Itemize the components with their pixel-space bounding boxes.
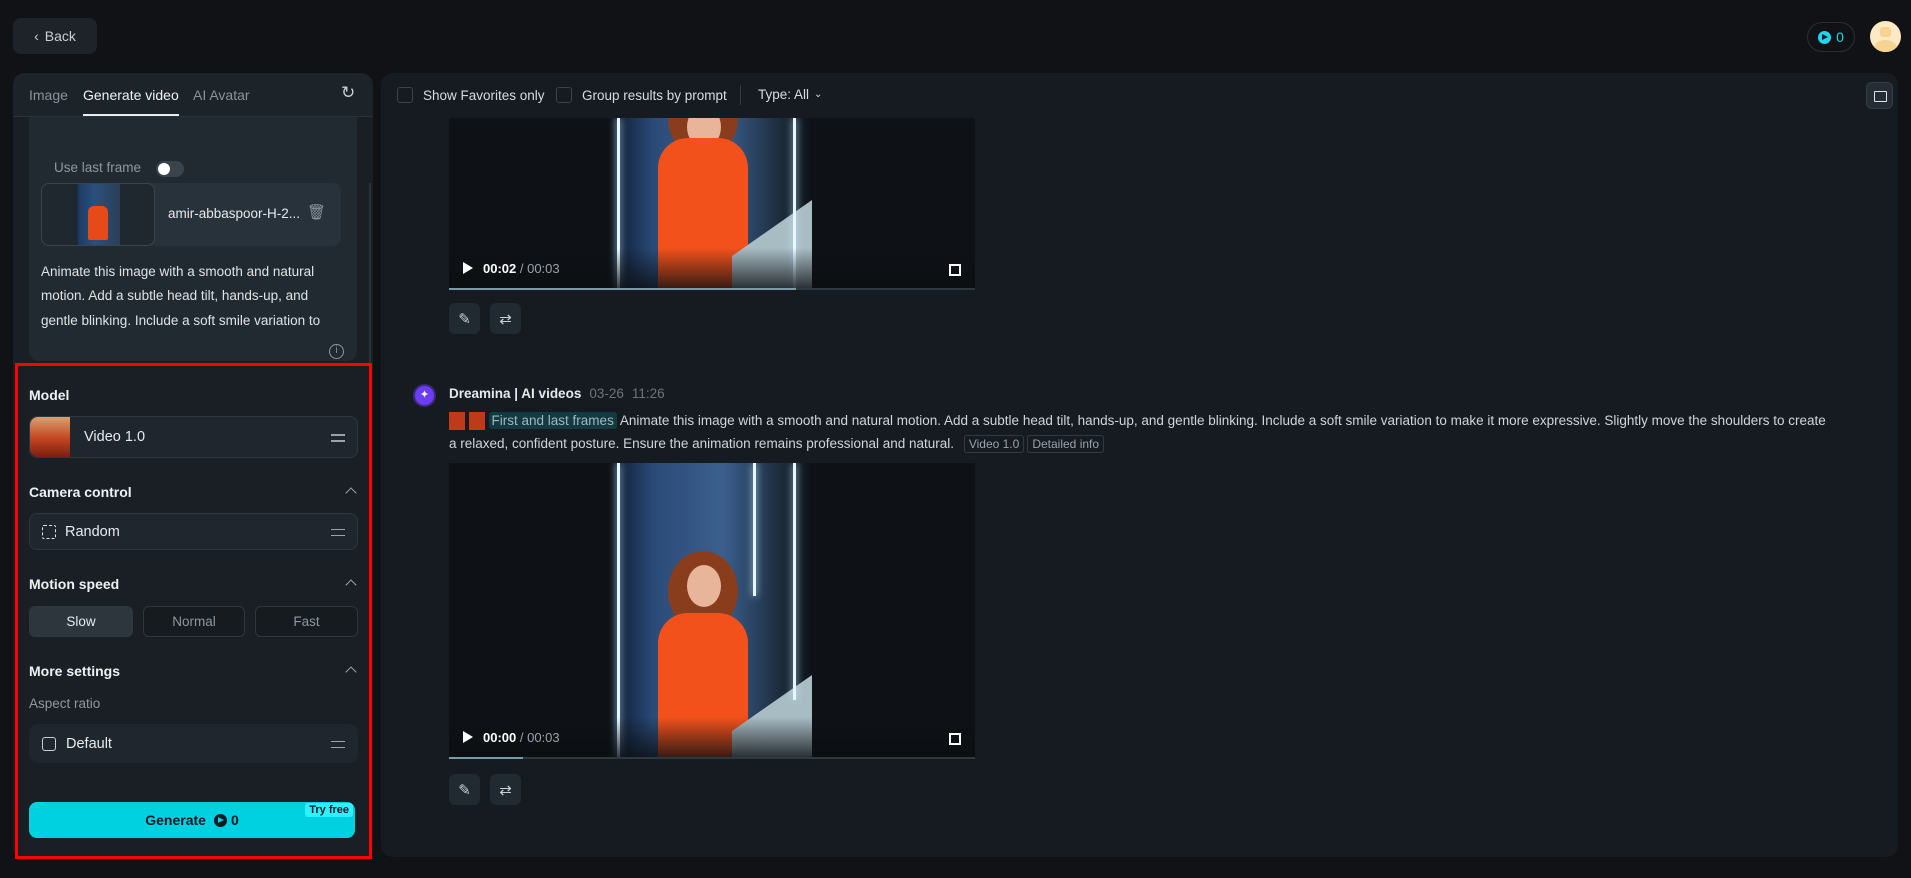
video-progress[interactable]: [449, 757, 975, 759]
regenerate-button[interactable]: ⇄: [490, 303, 521, 334]
file-name: amir-abbaspoor-H-2...: [168, 206, 301, 221]
type-filter[interactable]: Type: All ⌄: [758, 87, 822, 102]
reset-icon[interactable]: ↻: [341, 83, 355, 103]
trash-icon[interactable]: 🗑: [307, 203, 326, 221]
fullscreen-icon[interactable]: [949, 733, 961, 745]
use-last-frame-toggle[interactable]: [156, 161, 184, 177]
last-frame-thumbnail: [468, 412, 485, 431]
prompt-card: Use last frame amir-abbaspoor-H-2... 🗑 A…: [29, 113, 357, 361]
tab-ai-avatar[interactable]: AI Avatar: [193, 87, 250, 103]
first-frame-thumbnail: [449, 412, 465, 431]
back-button[interactable]: ‹ Back: [13, 18, 97, 54]
favorites-checkbox[interactable]: [397, 87, 413, 103]
group-filter[interactable]: Group results by prompt: [556, 87, 727, 103]
info-icon[interactable]: i: [329, 344, 344, 359]
use-last-frame-label: Use last frame: [54, 160, 142, 175]
prompt-text[interactable]: Animate this image with a smooth and nat…: [41, 260, 337, 336]
results-panel: Show Favorites only Group results by pro…: [381, 73, 1898, 857]
folder-button[interactable]: [1866, 82, 1893, 109]
entry-header: Dreamina | AI videos 03-26 11:26: [449, 386, 665, 401]
favorites-filter[interactable]: Show Favorites only: [397, 87, 545, 103]
fullscreen-icon[interactable]: [949, 264, 961, 276]
mode-tabs: Image Generate video AI Avatar ↻: [13, 73, 373, 117]
detailed-info-button[interactable]: Detailed info: [1027, 435, 1105, 453]
group-checkbox[interactable]: [556, 87, 572, 103]
video-player-2[interactable]: 00:00 / 00:03: [449, 463, 975, 759]
video-progress[interactable]: [449, 288, 975, 290]
credits-badge[interactable]: 0: [1807, 22, 1855, 52]
chevron-left-icon: ‹: [34, 28, 39, 44]
divider: [740, 85, 741, 105]
user-avatar[interactable]: [1870, 21, 1901, 52]
uploaded-file: amir-abbaspoor-H-2... 🗑: [41, 183, 341, 246]
file-thumbnail: [41, 183, 155, 246]
credit-icon: [1818, 30, 1832, 44]
tab-generate-video[interactable]: Generate video: [83, 87, 179, 116]
play-icon[interactable]: [463, 262, 473, 274]
edit-button[interactable]: ✎: [449, 774, 480, 805]
tab-image[interactable]: Image: [29, 87, 68, 103]
frames-tag: First and last frames: [488, 412, 617, 429]
model-tag: Video 1.0: [963, 435, 1025, 453]
highlight-box: [15, 363, 372, 859]
regenerate-button[interactable]: ⇄: [490, 774, 521, 805]
play-icon[interactable]: [463, 731, 473, 743]
edit-button[interactable]: ✎: [449, 303, 480, 334]
video-player-1[interactable]: 00:02 / 00:03: [449, 118, 975, 290]
dreamina-logo-icon: ✦: [413, 384, 436, 407]
entry-prompt: First and last frames Animate this image…: [449, 412, 1826, 453]
chevron-down-icon: ⌄: [814, 89, 823, 100]
